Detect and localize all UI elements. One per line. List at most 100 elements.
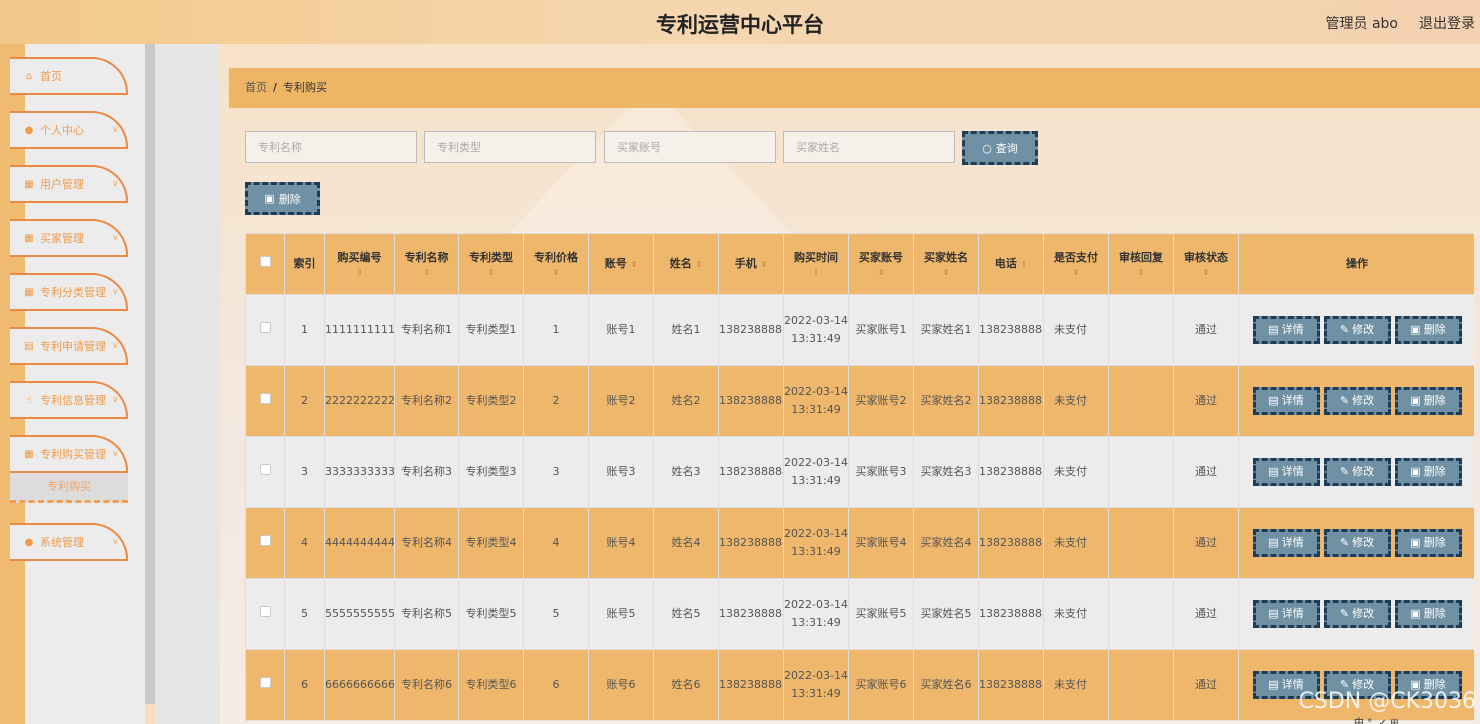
patent-name-search-input[interactable]: [245, 131, 417, 163]
table-cell-patent-name: 专利名称6: [394, 649, 459, 721]
home-icon: ⌂: [25, 70, 33, 82]
table-cell-review-reply: [1108, 365, 1174, 437]
row-select-cell: [245, 507, 285, 579]
delete-button[interactable]: ▣ 删除: [1394, 316, 1462, 344]
table-cell-account: 账号6: [588, 649, 654, 721]
detail-button[interactable]: ▤ 详情: [1252, 316, 1320, 344]
row-checkbox[interactable]: [259, 393, 271, 404]
sidebar-item[interactable]: ☝ 专利信息管理 ∨: [10, 381, 128, 419]
column-header[interactable]: 审核状态 ⇕: [1173, 233, 1239, 295]
edit-button[interactable]: ✎ 修改: [1323, 600, 1391, 628]
sidebar-item[interactable]: ▦ 专利分类管理 ∨: [10, 273, 128, 311]
sort-icon[interactable]: ⇕: [785, 267, 848, 279]
buyer-account-search-input[interactable]: [604, 131, 776, 163]
edit-button[interactable]: ✎ 修改: [1323, 529, 1391, 557]
column-header[interactable]: 电话 ⇕: [978, 233, 1044, 295]
edit-button[interactable]: ✎ 修改: [1323, 387, 1391, 415]
row-checkbox[interactable]: [259, 464, 271, 475]
chevron-down-icon: ∨: [112, 125, 119, 135]
column-header[interactable]: 账号 ⇕: [588, 233, 654, 295]
sort-icon[interactable]: ⇕: [850, 267, 913, 279]
column-header[interactable]: 姓名 ⇕: [653, 233, 719, 295]
sidebar-item[interactable]: ⌂ 首页: [10, 57, 128, 95]
breadcrumb-home[interactable]: 首页: [245, 81, 267, 94]
sidebar-item[interactable]: ● 个人中心 ∨: [10, 111, 128, 149]
detail-button[interactable]: ▤ 详情: [1252, 387, 1320, 415]
buyer-name-search-input[interactable]: [783, 131, 955, 163]
sort-icon[interactable]: ⇕: [1045, 267, 1108, 279]
table-cell-buyer-name: 买家姓名2: [913, 365, 979, 437]
sort-icon[interactable]: ⇕: [915, 267, 978, 279]
table-cell-index: 2: [284, 365, 325, 437]
sidebar-subitem-patent-purchase[interactable]: 专利购买: [10, 473, 128, 503]
detail-button[interactable]: ▤ 详情: [1252, 600, 1320, 628]
sort-icon[interactable]: ⇕: [761, 260, 768, 269]
table-cell-name: 姓名1: [653, 294, 719, 366]
column-header[interactable]: 专利价格 ⇕: [523, 233, 589, 295]
column-header[interactable]: 购买编号 ⇕: [324, 233, 395, 295]
column-header[interactable]: 买家姓名 ⇕: [913, 233, 979, 295]
row-checkbox[interactable]: [259, 535, 271, 546]
batch-delete-button[interactable]: ▣ 删除: [245, 182, 320, 215]
logout-link[interactable]: 退出登录: [1419, 13, 1475, 33]
edit-button[interactable]: ✎ 修改: [1323, 458, 1391, 486]
query-button[interactable]: ○ 查询: [962, 131, 1038, 165]
sidebar-item-label: 个人中心: [40, 124, 84, 137]
chevron-down-icon: ∨: [112, 449, 119, 459]
edit-button[interactable]: ✎ 修改: [1323, 316, 1391, 344]
sidebar-item[interactable]: ▤ 专利申请管理 ∨: [10, 327, 128, 365]
trash-icon: ▣: [264, 192, 275, 205]
detail-button[interactable]: ▤ 详情: [1252, 458, 1320, 486]
table-cell-patent-type: 专利类型2: [458, 365, 524, 437]
sort-icon[interactable]: ⇕: [460, 267, 523, 279]
sidebar-item[interactable]: ▦ 专利购买管理 ∨: [10, 435, 128, 473]
row-checkbox[interactable]: [259, 677, 271, 688]
delete-button[interactable]: ▣ 删除: [1394, 529, 1462, 557]
patent-type-search-input[interactable]: [424, 131, 596, 163]
trash-icon: ▣: [1410, 394, 1421, 407]
detail-button-label: 详情: [1281, 394, 1304, 407]
sort-icon[interactable]: ⇕: [326, 267, 394, 279]
delete-button-label: 删除: [1423, 323, 1446, 336]
table-cell-review-reply: [1108, 578, 1174, 650]
sort-icon[interactable]: ⇕: [1021, 260, 1028, 269]
sort-icon[interactable]: ⇕: [1175, 267, 1238, 279]
table-cell-account: 账号5: [588, 578, 654, 650]
delete-button[interactable]: ▣ 删除: [1394, 600, 1462, 628]
detail-button-label: 详情: [1281, 607, 1304, 620]
sort-icon[interactable]: ⇕: [525, 267, 588, 279]
row-checkbox[interactable]: [259, 606, 271, 617]
table-cell-review-status: 通过: [1173, 294, 1239, 366]
delete-button[interactable]: ▣ 删除: [1394, 458, 1462, 486]
sidebar-scrollbar[interactable]: [145, 44, 155, 704]
detail-button[interactable]: ▤ 详情: [1252, 529, 1320, 557]
sort-icon[interactable]: ⇕: [1110, 267, 1173, 279]
column-header[interactable]: 购买时间 ⇕: [783, 233, 849, 295]
delete-button[interactable]: ▣ 删除: [1394, 387, 1462, 415]
row-checkbox[interactable]: [259, 322, 271, 333]
pencil-icon: ✎: [1339, 323, 1350, 336]
sidebar-item-label: 专利申请管理: [40, 340, 106, 353]
table-cell-review-reply: [1108, 436, 1174, 508]
column-header[interactable]: 是否支付 ⇕: [1043, 233, 1109, 295]
document-icon: ▤: [1268, 394, 1279, 407]
column-header[interactable]: 手机 ⇕: [718, 233, 784, 295]
table-cell-name: 姓名5: [653, 578, 719, 650]
column-header[interactable]: 审核回复 ⇕: [1108, 233, 1174, 295]
sort-icon[interactable]: ⇕: [396, 267, 458, 279]
sidebar-item[interactable]: ▦ 用户管理 ∨: [10, 165, 128, 203]
sidebar-item[interactable]: ▦ 买家管理 ∨: [10, 219, 128, 257]
content-gutter: [155, 44, 220, 724]
table-cell-phone: 13823888883: [978, 436, 1044, 508]
sidebar-item[interactable]: ● 系统管理 ∨: [10, 523, 128, 561]
column-header[interactable]: 专利名称 ⇕: [394, 233, 459, 295]
sidebar-item-label: 系统管理: [40, 536, 84, 549]
table-cell-time: 2022-03-14 13:31:49: [783, 578, 849, 650]
sort-icon[interactable]: ⇕: [696, 260, 703, 269]
column-header[interactable]: 买家账号 ⇕: [848, 233, 914, 295]
sort-icon[interactable]: ⇕: [631, 260, 638, 269]
table-cell-mobile: 13823888882: [718, 365, 784, 437]
table-row: 555555555555专利名称5专利类型55账号5姓名513823888885…: [245, 578, 1474, 650]
column-header[interactable]: 专利类型 ⇕: [458, 233, 524, 295]
select-all-checkbox[interactable]: [259, 256, 271, 267]
